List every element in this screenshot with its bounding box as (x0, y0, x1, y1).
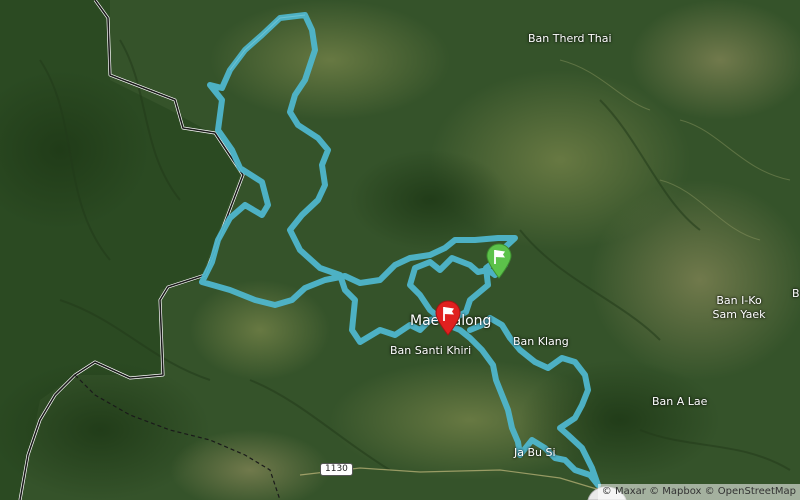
map-attribution: © Maxar © Mapbox © OpenStreetMap (597, 484, 800, 500)
satellite-terrain (0, 0, 800, 500)
place-label: Ban A Lae (652, 395, 708, 408)
place-label: Ban Therd Thai (528, 32, 612, 45)
place-label: Ban Klang (513, 335, 569, 348)
start-marker[interactable] (485, 243, 513, 283)
attribution-maxar[interactable]: © Maxar (602, 484, 646, 500)
place-label: Ja Bu Si (514, 446, 556, 459)
end-marker[interactable] (434, 300, 462, 340)
attribution-mapbox[interactable]: © Mapbox (649, 484, 701, 500)
attribution-osm[interactable]: © OpenStreetMap (705, 484, 796, 500)
place-label: Ban I-Ko Sam Yaek (712, 294, 766, 321)
place-label: Ban Santi Khiri (390, 344, 472, 357)
start-flag-icon (486, 243, 512, 279)
map-view[interactable]: Ban Therd Thai Mae Salong Ban Santi Khir… (0, 0, 800, 500)
road-shield: 1130 (320, 463, 353, 476)
end-flag-icon (435, 300, 461, 336)
place-label: B (792, 287, 800, 300)
